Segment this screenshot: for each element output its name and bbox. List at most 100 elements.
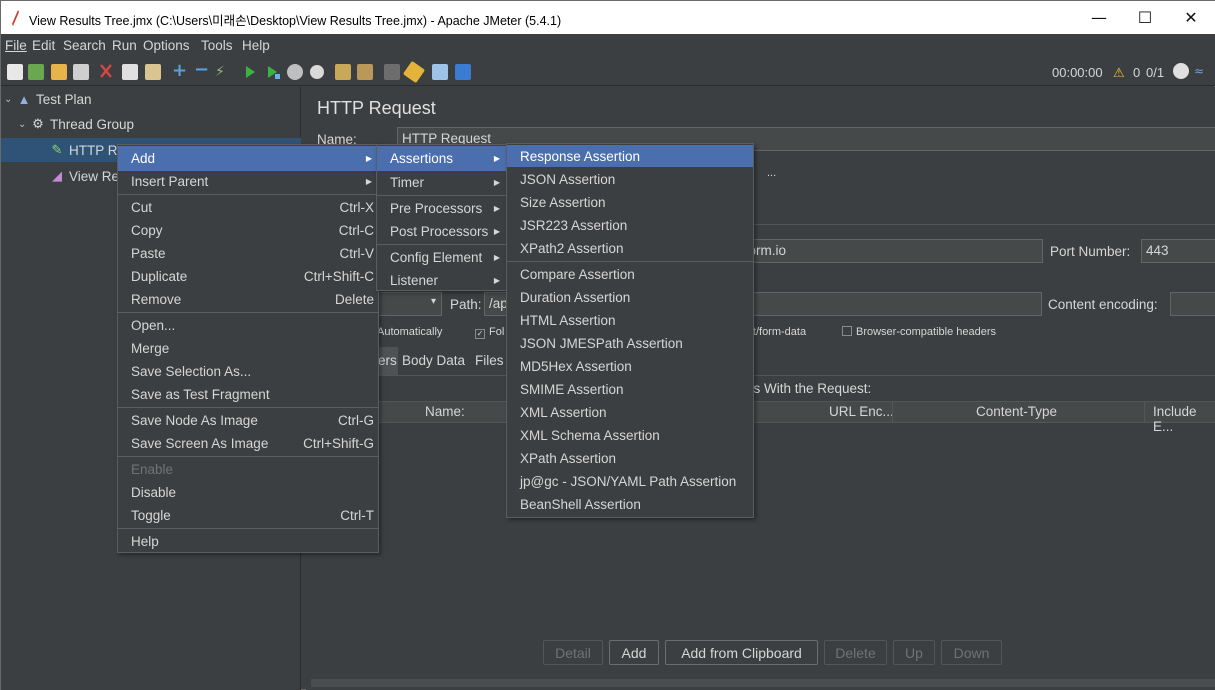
menu-item-insert-parent[interactable]: Insert Parent ▶ — [118, 170, 378, 193]
menu-item-open[interactable]: Open... — [118, 314, 378, 337]
menu-item-save-node-as-image[interactable]: Save Node As Image Ctrl-G — [118, 409, 378, 432]
search-icon[interactable] — [384, 64, 400, 80]
cut-icon[interactable] — [99, 64, 113, 80]
menu-item-merge[interactable]: Merge — [118, 337, 378, 360]
menu-item-remove[interactable]: Remove Delete — [118, 288, 378, 311]
menu-search[interactable]: Search — [63, 38, 106, 53]
menu-run[interactable]: Run — [112, 38, 137, 53]
add-from-clipboard-button[interactable]: Add from Clipboard — [665, 640, 818, 665]
remote-globe-icon[interactable] — [1173, 63, 1189, 79]
menu-item-cut[interactable]: Cut Ctrl-X — [118, 196, 378, 219]
templates-icon[interactable] — [28, 64, 44, 80]
submenu-item-pre-processors[interactable]: Pre Processors ▶ — [377, 197, 506, 220]
submenu-item-listener[interactable]: Listener ▶ — [377, 269, 506, 292]
assertion-item-jsr223[interactable]: JSR223 Assertion — [507, 214, 753, 237]
browser-headers-option[interactable]: Browser-compatible headers — [842, 326, 996, 338]
col-include-equals[interactable]: Include E... — [1153, 404, 1215, 434]
assertion-item-response[interactable]: Response Assertion — [507, 145, 753, 167]
checkbox-icon[interactable] — [842, 326, 852, 336]
function-helper-icon[interactable] — [432, 64, 448, 80]
submenu-item-config-element[interactable]: Config Element ▶ — [377, 246, 506, 269]
menu-item-disable[interactable]: Disable — [118, 481, 378, 504]
port-field[interactable]: 443 — [1141, 239, 1215, 263]
col-name[interactable]: Name: — [425, 404, 465, 419]
server-name-field[interactable]: porm.io — [736, 239, 1043, 263]
menu-item-duplicate[interactable]: Duplicate Ctrl+Shift-C — [118, 265, 378, 288]
new-icon[interactable] — [7, 64, 23, 80]
up-button[interactable]: Up — [893, 640, 935, 665]
maximize-button[interactable]: ☐ — [1122, 1, 1168, 34]
assertions-submenu: Response Assertion JSON Assertion Size A… — [506, 143, 754, 518]
minimize-button[interactable]: — — [1076, 1, 1122, 34]
horizontal-scrollbar[interactable] — [311, 679, 1215, 687]
assertion-item-xml[interactable]: XML Assertion — [507, 401, 753, 424]
ellipsis-handle[interactable]: ... — [767, 167, 776, 179]
down-button[interactable]: Down — [941, 640, 1002, 665]
content-encoding-field[interactable] — [1170, 292, 1215, 316]
chevron-down-icon[interactable]: ⌄ — [18, 119, 30, 130]
menu-item-copy[interactable]: Copy Ctrl-C — [118, 219, 378, 242]
menu-item-help[interactable]: Help — [118, 530, 378, 553]
submenu-item-assertions[interactable]: Assertions ▶ — [377, 146, 506, 171]
menu-file[interactable]: File — [5, 38, 27, 53]
col-content-type[interactable]: Content-Type — [976, 404, 1057, 419]
start-no-pauses-icon[interactable] — [265, 64, 281, 80]
paste-icon[interactable] — [145, 64, 161, 80]
assertion-item-xpath2[interactable]: XPath2 Assertion — [507, 237, 753, 260]
assertion-item-xpath[interactable]: XPath Assertion — [507, 447, 753, 470]
follow-redirects-option[interactable]: ✓ Fol — [475, 326, 504, 339]
assertion-item-size[interactable]: Size Assertion — [507, 191, 753, 214]
menu-tools[interactable]: Tools — [201, 38, 233, 53]
assertion-item-xml-schema[interactable]: XML Schema Assertion — [507, 424, 753, 447]
tree-node-thread-group[interactable]: ⌄ ⚙ Thread Group — [18, 112, 294, 136]
log-icon[interactable]: ≈ — [1194, 64, 1210, 80]
open-icon[interactable] — [51, 64, 67, 80]
assertion-item-json[interactable]: JSON Assertion — [507, 168, 753, 191]
checkbox-checked-icon[interactable]: ✓ — [475, 329, 485, 339]
menu-item-add[interactable]: Add ▶ — [118, 146, 378, 171]
shutdown-icon[interactable] — [310, 65, 324, 79]
submenu-item-timer[interactable]: Timer ▶ — [377, 171, 506, 194]
assertion-item-smime[interactable]: SMIME Assertion — [507, 378, 753, 401]
assertion-item-compare[interactable]: Compare Assertion — [507, 263, 753, 286]
help-icon[interactable] — [455, 64, 471, 80]
start-icon[interactable] — [243, 64, 259, 80]
menu-options[interactable]: Options — [143, 38, 190, 53]
tree-node-test-plan[interactable]: ⌄ ▲ Test Plan — [4, 87, 294, 111]
save-icon[interactable] — [73, 64, 89, 80]
copy-icon[interactable] — [122, 64, 138, 80]
tab-files-upload[interactable]: Files — [475, 353, 504, 368]
assertion-item-html[interactable]: HTML Assertion — [507, 309, 753, 332]
menu-item-save-screen-as-image[interactable]: Save Screen As Image Ctrl+Shift-G — [118, 432, 378, 455]
assertion-item-json-yaml-path[interactable]: jp@gc - JSON/YAML Path Assertion — [507, 470, 753, 493]
menu-edit[interactable]: Edit — [32, 38, 55, 53]
menu-item-paste[interactable]: Paste Ctrl-V — [118, 242, 378, 265]
submenu-item-post-processors[interactable]: Post Processors ▶ — [377, 220, 506, 243]
menu-help[interactable]: Help — [242, 38, 270, 53]
pen-icon: ✎ — [51, 142, 63, 157]
stop-icon[interactable] — [287, 64, 303, 80]
toggle-icon[interactable]: ⚡ — [215, 64, 231, 80]
clear-all-icon[interactable] — [357, 64, 373, 80]
assertion-item-json-jmespath[interactable]: JSON JMESPath Assertion — [507, 332, 753, 355]
col-url-encode[interactable]: URL Enc... — [829, 404, 894, 419]
collapse-all-icon[interactable]: − — [194, 59, 210, 80]
add-button[interactable]: Add — [609, 640, 659, 665]
menu-item-enable[interactable]: Enable — [118, 458, 378, 481]
clear-icon[interactable] — [335, 64, 351, 80]
menu-item-toggle[interactable]: Toggle Ctrl-T — [118, 504, 378, 527]
assertion-item-beanshell[interactable]: BeanShell Assertion — [507, 493, 753, 516]
menu-item-save-selection-as[interactable]: Save Selection As... — [118, 360, 378, 383]
detail-button[interactable]: Detail — [543, 640, 603, 665]
assertion-item-md5hex[interactable]: MD5Hex Assertion — [507, 355, 753, 378]
close-button[interactable]: ✕ — [1168, 1, 1214, 34]
reset-search-icon[interactable] — [402, 60, 426, 84]
expand-all-icon[interactable]: + — [172, 60, 188, 81]
warning-icon[interactable]: ⚠ — [1113, 65, 1125, 81]
menu-bar: File Edit Search Run Options Tools Help — [1, 34, 1215, 58]
tab-body-data[interactable]: Body Data — [402, 353, 465, 368]
menu-item-save-as-test-fragment[interactable]: Save as Test Fragment — [118, 383, 378, 406]
delete-button[interactable]: Delete — [824, 640, 887, 665]
assertion-item-duration[interactable]: Duration Assertion — [507, 286, 753, 309]
chevron-down-icon[interactable]: ⌄ — [4, 94, 16, 105]
